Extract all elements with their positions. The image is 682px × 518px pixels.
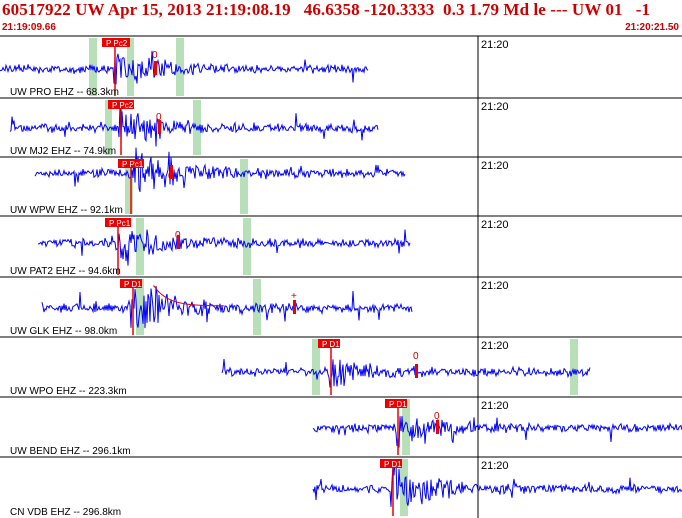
waveform xyxy=(38,229,411,266)
station-label: UW WPO EHZ -- 223.3km xyxy=(10,386,127,397)
analysis-window xyxy=(570,339,578,395)
station-label: CN VDB EHZ -- 296.8km xyxy=(10,507,121,518)
minute-label: 21:20 xyxy=(481,39,509,51)
minute-label: 21:20 xyxy=(481,101,509,113)
seismogram-traces[interactable]: 21:20 P Pc2 0 UW PRO EHZ -- 68.3km 21:20 P Pc… xyxy=(0,0,682,518)
station-label: UW PRO EHZ -- 68.3km xyxy=(10,87,119,98)
p-pick-label: P D1 xyxy=(389,400,407,409)
trace-panel[interactable]: 21:20P Pc20UW MJ2 EHZ -- 74.9km xyxy=(0,97,682,157)
p-pick-label: P D1 xyxy=(124,280,142,289)
coda-marker[interactable] xyxy=(415,364,418,378)
station-label: UW MJ2 EHZ -- 74.9km xyxy=(10,146,116,157)
coda-label: 0 xyxy=(413,351,419,362)
p-pick-label: P D1 xyxy=(322,340,340,349)
minute-label: 21:20 xyxy=(481,340,509,352)
waveform xyxy=(41,286,413,329)
station-label: UW PAT2 EHZ -- 94.6km xyxy=(10,266,121,277)
coda-marker[interactable] xyxy=(158,120,161,134)
trace-panel[interactable]: 21:20 P D1 0 UW WPO EHZ -- 223.3km xyxy=(0,336,682,397)
station-label: UW BEND EHZ -- 296.1km xyxy=(10,446,131,457)
coda-marker[interactable] xyxy=(170,165,173,179)
coda-marker[interactable] xyxy=(177,235,180,249)
trace-panel[interactable]: 21:20P D10UW BEND EHZ -- 296.1km xyxy=(0,396,682,457)
p-pick-label: P Pc2 xyxy=(112,101,134,110)
p-pick-label: P D1 xyxy=(384,460,402,469)
minute-label: 21:20 xyxy=(481,160,509,172)
p-pick-label: P Pc2 xyxy=(106,39,128,48)
waveform xyxy=(221,358,591,388)
minute-label: 21:20 xyxy=(481,280,509,292)
station-label: UW GLK EHZ -- 98.0km xyxy=(10,326,117,337)
trace-panel[interactable]: 21:20P D1+UW GLK EHZ -- 98.0km xyxy=(0,276,682,337)
minute-label: 21:20 xyxy=(481,219,509,231)
decay-curve xyxy=(153,284,225,307)
p-pick-label: P Pc1 xyxy=(122,160,144,169)
analysis-window xyxy=(240,159,248,214)
minute-label: 21:20 xyxy=(481,460,509,472)
station-label: UW WPW EHZ -- 92.1km xyxy=(10,205,123,216)
coda-marker[interactable] xyxy=(154,61,157,75)
p-pick-label: P Pc1 xyxy=(109,219,131,228)
trace-panel[interactable]: 21:20P Pc10UW WPW EHZ -- 92.1km xyxy=(0,147,682,216)
minute-label: 21:20 xyxy=(481,400,509,412)
waveform xyxy=(312,416,682,448)
end-marker[interactable] xyxy=(293,300,296,314)
trace-panel[interactable]: 21:20 P Pc2 0 UW PRO EHZ -- 68.3km xyxy=(0,35,682,98)
analysis-window xyxy=(136,218,144,275)
trace-panel[interactable]: 21:20P Pc10UW PAT2 EHZ -- 94.6km xyxy=(0,215,682,277)
coda-marker[interactable] xyxy=(436,420,439,434)
coda-label: 0 xyxy=(152,50,158,61)
trace-panel[interactable]: 21:20 P D1 CN VDB EHZ -- 296.8km xyxy=(0,456,682,518)
